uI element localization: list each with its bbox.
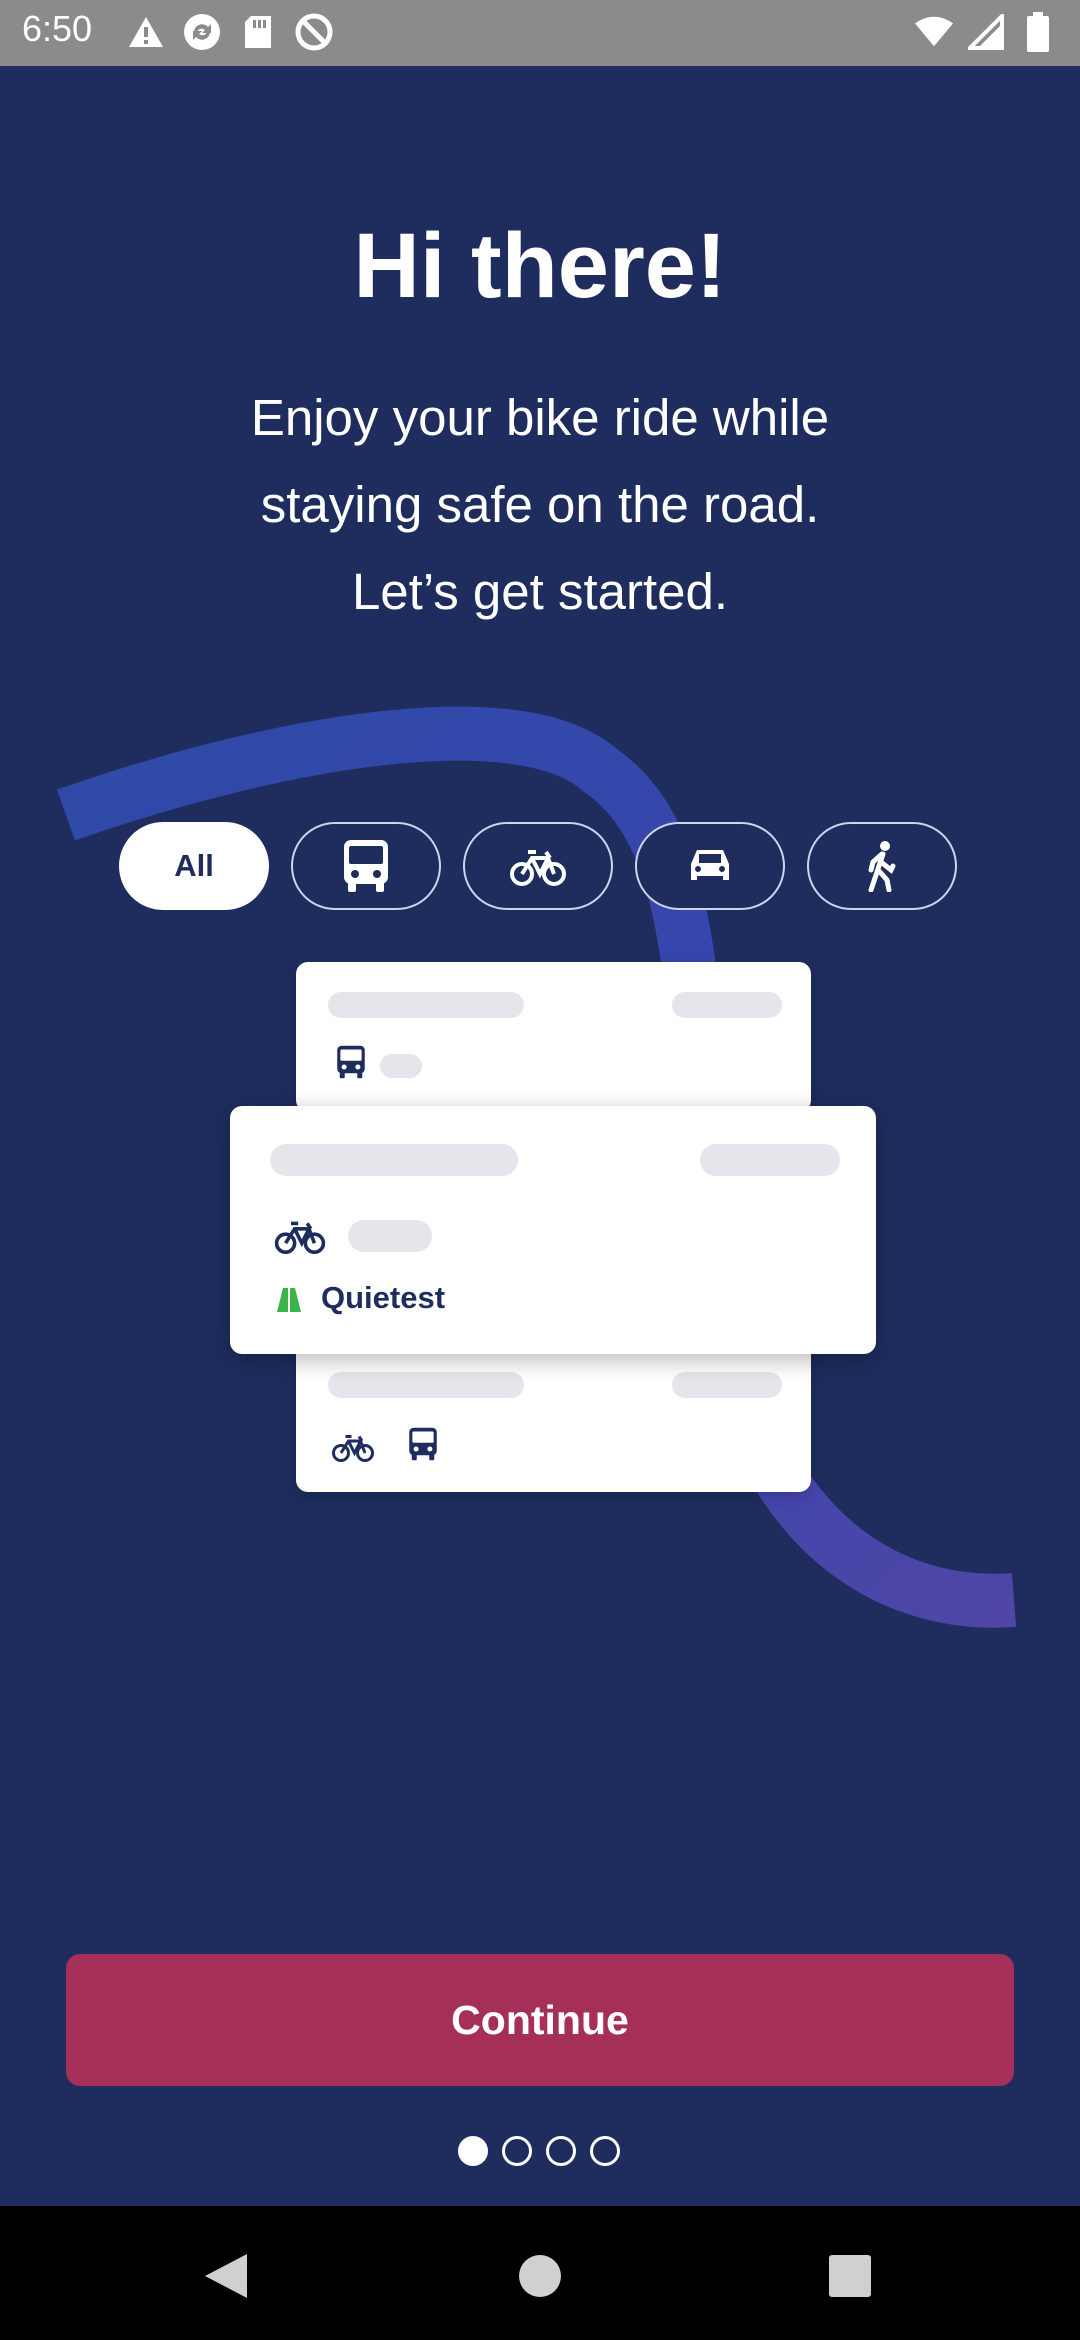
- subtitle-line: staying safe on the road.: [260, 476, 820, 533]
- road-icon: [277, 1288, 301, 1312]
- status-time: 6:50: [22, 8, 93, 49]
- page-dot-4: [590, 2136, 620, 2166]
- bicycle-icon: [332, 1435, 374, 1462]
- filter-chip-all[interactable]: All: [119, 822, 269, 910]
- bicycle-icon: [274, 1221, 326, 1254]
- skeleton-bar: [328, 992, 524, 1018]
- page-dot-1: [458, 2136, 488, 2166]
- skeleton-bar: [700, 1144, 840, 1176]
- home-icon[interactable]: [510, 2246, 570, 2306]
- page-indicator: [458, 2136, 624, 2168]
- back-icon[interactable]: [196, 2246, 256, 2306]
- page-dot-2: [502, 2136, 532, 2166]
- continue-button-label: Continue: [451, 1996, 629, 2043]
- continue-button[interactable]: Continue: [66, 1954, 1014, 2086]
- filter-chip-bus[interactable]: [291, 822, 441, 910]
- route-card-back-top: [296, 962, 811, 1112]
- skeleton-bar: [672, 992, 782, 1018]
- car-icon: [691, 850, 729, 880]
- recents-icon[interactable]: [820, 2246, 880, 2306]
- system-navigation-bar: [0, 2206, 1080, 2340]
- skeleton-pill: [348, 1220, 432, 1252]
- bus-icon: [337, 1045, 365, 1079]
- sd-card-icon: [238, 12, 278, 52]
- filter-chip-bicycle[interactable]: [463, 822, 613, 910]
- bus-icon: [409, 1427, 437, 1461]
- subtitle-line: Let’s get started.: [351, 563, 729, 620]
- skeleton-bar: [270, 1144, 518, 1176]
- filter-chip-label: All: [174, 848, 214, 883]
- route-card-highlighted: Quietest: [230, 1106, 876, 1354]
- signal-icon: [966, 12, 1006, 52]
- page-title: Hi there!: [353, 215, 727, 317]
- filter-chip-walk[interactable]: [807, 822, 957, 910]
- subtitle-line: Enjoy your bike ride while: [250, 389, 830, 446]
- walk-icon: [868, 841, 896, 892]
- filter-chip-car[interactable]: [635, 822, 785, 910]
- status-bar: 6:50: [0, 0, 1080, 66]
- page-dot-3: [546, 2136, 576, 2166]
- warning-icon: [126, 12, 166, 52]
- skeleton-pill: [380, 1054, 422, 1078]
- skeleton-bar: [328, 1372, 524, 1398]
- no-sim-icon: [294, 12, 334, 52]
- bicycle-icon: [510, 850, 566, 886]
- quietest-tag: Quietest: [321, 1280, 446, 1315]
- bus-icon: [344, 840, 388, 892]
- sync-icon: [182, 12, 222, 52]
- battery-icon: [1018, 12, 1058, 52]
- transport-filter-chips: All: [119, 822, 959, 914]
- skeleton-bar: [672, 1372, 782, 1398]
- subtitle: Enjoy your bike ride while staying safe …: [0, 374, 1080, 635]
- wifi-icon: [914, 12, 954, 52]
